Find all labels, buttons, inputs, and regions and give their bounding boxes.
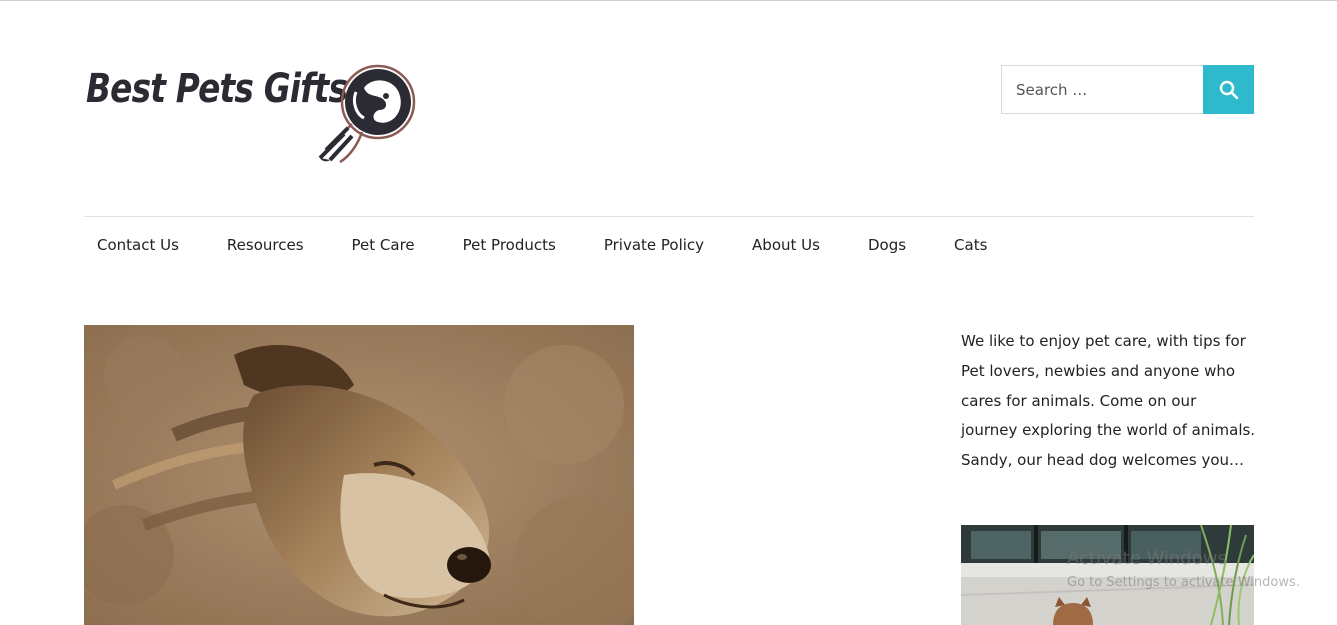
sidebar-about-text: We like to enjoy pet care, with tips for…: [961, 332, 1256, 470]
activate-windows-watermark-title: Activate Windows: [1067, 548, 1227, 569]
nav-item-pet-care[interactable]: Pet Care: [339, 232, 439, 260]
nav-divider: [84, 216, 1254, 217]
activate-windows-watermark-subtitle: Go to Settings to activate Windows.: [1067, 575, 1300, 590]
featured-post-image[interactable]: [84, 325, 634, 625]
site-logo[interactable]: Best Pets Gifts: [86, 62, 426, 166]
nav-item-private-policy[interactable]: Private Policy: [591, 232, 728, 260]
nav-item-contact-us[interactable]: Contact Us: [84, 232, 203, 260]
nav-item-dogs[interactable]: Dogs: [855, 232, 930, 260]
dog-lightbulb-logo-icon: [318, 64, 416, 164]
nav-item-pet-products[interactable]: Pet Products: [450, 232, 580, 260]
nav-item-resources[interactable]: Resources: [214, 232, 328, 260]
search-input[interactable]: [1001, 65, 1203, 114]
logo-text: Best Pets Gifts: [86, 66, 348, 112]
dog-photo: [84, 325, 634, 625]
search-button[interactable]: [1203, 65, 1254, 114]
nav-item-cats[interactable]: Cats: [941, 232, 1011, 260]
main-navigation: Contact Us Resources Pet Care Pet Produc…: [84, 232, 1022, 260]
top-border: [0, 0, 1337, 1]
nav-item-about-us[interactable]: About Us: [739, 232, 844, 260]
search-icon: [1219, 80, 1238, 99]
